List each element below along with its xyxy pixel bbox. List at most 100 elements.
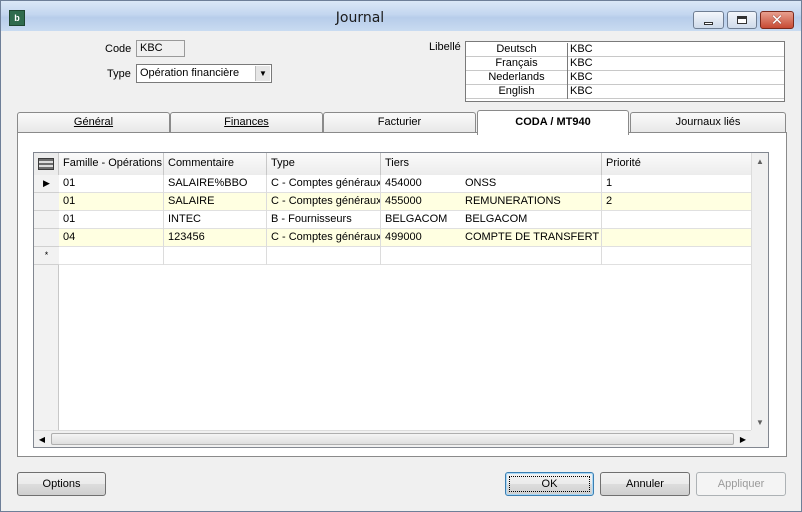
type-select-value: Opération financière (140, 67, 240, 79)
libelle-lang: Nederlands (466, 71, 568, 85)
cell-tiers-name[interactable]: REMUNERATIONS (461, 193, 602, 211)
annuler-button-label: Annuler (626, 478, 664, 490)
tab-journaux-lies[interactable]: Journaux liés (630, 112, 786, 133)
ok-button[interactable]: OK (505, 472, 594, 496)
maximize-button[interactable] (727, 11, 757, 29)
close-icon: ✕ (770, 11, 784, 29)
column-header-type[interactable]: Type (267, 153, 381, 175)
code-field: KBC (136, 40, 185, 57)
row-header-current[interactable]: ▶ (34, 175, 59, 193)
libelle-lang: Deutsch (466, 43, 568, 57)
scroll-right-icon[interactable]: ▶ (735, 431, 751, 447)
libelle-value[interactable]: KBC (570, 43, 593, 56)
cell-tiers-code[interactable]: 454000 (381, 175, 461, 193)
cell-famille[interactable] (59, 247, 164, 265)
cell-tiers-name[interactable]: ONSS (461, 175, 602, 193)
vertical-scrollbar[interactable]: ▲ ▼ (751, 153, 768, 430)
code-label: Code (105, 43, 132, 55)
libelle-label: Libellé (429, 41, 461, 53)
cell-priorite[interactable]: 1 (602, 175, 753, 193)
tab-label: Journaux liés (675, 116, 741, 128)
tab-label: CODA / MT940 (515, 116, 591, 128)
tab-facturier[interactable]: Facturier (323, 112, 476, 133)
cell-commentaire[interactable] (164, 247, 267, 265)
focus-rect (509, 476, 590, 492)
scroll-left-icon[interactable]: ◀ (34, 431, 50, 447)
libelle-row[interactable]: Français KBC (466, 57, 784, 71)
libelle-row[interactable]: English KBC (466, 85, 784, 99)
table-row[interactable]: 01 SALAIRE C - Comptes généraux 455000 R… (59, 193, 753, 211)
cell-priorite[interactable]: 2 (602, 193, 753, 211)
table-row[interactable]: 01 INTEC B - Fournisseurs BELGACOM BELGA… (59, 211, 753, 229)
libelle-row[interactable]: Deutsch KBC (466, 43, 784, 57)
annuler-button[interactable]: Annuler (600, 472, 690, 496)
tab-label: Finances (224, 116, 269, 128)
table-row[interactable]: 01 SALAIRE%BBO C - Comptes généraux 4540… (59, 175, 753, 193)
cell-tiers-name[interactable]: COMPTE DE TRANSFERT (461, 229, 602, 247)
type-label: Type (107, 68, 131, 80)
libelle-value[interactable]: KBC (570, 85, 593, 98)
minimize-button[interactable] (693, 11, 724, 29)
cell-commentaire[interactable]: INTEC (164, 211, 267, 229)
cell-tiers-code[interactable]: BELGACOM (381, 211, 461, 229)
horizontal-scroll-thumb[interactable] (51, 433, 734, 445)
scroll-up-icon[interactable]: ▲ (752, 153, 768, 169)
scrollbar-corner (751, 430, 768, 447)
row-header-new[interactable]: * (34, 247, 59, 265)
title-bar[interactable]: b Journal ✕ (1, 1, 801, 31)
cell-priorite[interactable] (602, 229, 753, 247)
tab-label: Général (73, 116, 114, 128)
table-row[interactable]: 04 123456 C - Comptes généraux 499000 CO… (59, 229, 753, 247)
chevron-down-icon[interactable]: ▼ (255, 66, 270, 81)
cell-famille[interactable]: 01 (59, 211, 164, 229)
column-header-tiers[interactable]: Tiers (381, 153, 602, 175)
cell-tiers-name[interactable]: BELGACOM (461, 211, 602, 229)
cell-priorite[interactable] (602, 211, 753, 229)
horizontal-scrollbar[interactable]: ◀ ▶ (34, 430, 751, 447)
cell-type[interactable]: B - Fournisseurs (267, 211, 381, 229)
libelle-lang: Français (466, 57, 568, 71)
options-button[interactable]: Options (17, 472, 106, 496)
tab-general[interactable]: Général (17, 112, 170, 133)
tab-label: Facturier (377, 116, 422, 128)
column-header-priorite[interactable]: Priorité (602, 153, 753, 175)
cell-famille[interactable]: 01 (59, 193, 164, 211)
tab-finances[interactable]: Finances (170, 112, 323, 133)
current-row-arrow-icon: ▶ (43, 178, 50, 188)
tab-coda-mt940[interactable]: CODA / MT940 (477, 110, 629, 135)
maximize-icon (737, 16, 747, 24)
column-header-commentaire[interactable]: Commentaire (164, 153, 267, 175)
new-row[interactable] (59, 247, 753, 265)
libelle-row[interactable]: Nederlands KBC (466, 71, 784, 85)
cell-type[interactable] (267, 247, 381, 265)
cell-commentaire[interactable]: SALAIRE%BBO (164, 175, 267, 193)
column-header-famille[interactable]: Famille - Opérations (59, 153, 164, 175)
cell-famille[interactable]: 01 (59, 175, 164, 193)
row-header[interactable] (34, 211, 59, 229)
cell-priorite[interactable] (602, 247, 753, 265)
libelle-lang: English (466, 85, 568, 99)
cell-type[interactable]: C - Comptes généraux (267, 175, 381, 193)
cell-type[interactable]: C - Comptes généraux (267, 229, 381, 247)
coda-grid[interactable]: Famille - Opérations Commentaire Type Ti… (33, 152, 769, 448)
cell-type[interactable]: C - Comptes généraux (267, 193, 381, 211)
scroll-down-icon[interactable]: ▼ (752, 414, 768, 430)
cell-tiers-code[interactable]: 455000 (381, 193, 461, 211)
grid-header: Famille - Opérations Commentaire Type Ti… (34, 153, 768, 175)
cell-famille[interactable]: 04 (59, 229, 164, 247)
type-select[interactable]: Opération financière ▼ (136, 64, 272, 83)
cell-commentaire[interactable]: SALAIRE (164, 193, 267, 211)
appliquer-button-label: Appliquer (717, 478, 765, 490)
cell-commentaire[interactable]: 123456 (164, 229, 267, 247)
cell-tiers-code[interactable]: 499000 (381, 229, 461, 247)
options-button-label: Options (42, 478, 81, 490)
libelle-table: Deutsch KBC Français KBC Nederlands KBC … (465, 41, 785, 102)
libelle-value[interactable]: KBC (570, 57, 593, 70)
close-button[interactable]: ✕ (760, 11, 794, 29)
select-all-corner[interactable] (34, 153, 59, 175)
row-header[interactable] (34, 229, 59, 247)
row-header[interactable] (34, 193, 59, 211)
libelle-value[interactable]: KBC (570, 71, 593, 84)
journal-window: b Journal ✕ Code KBC Type Opération fina… (0, 0, 802, 512)
cell-tiers[interactable] (381, 247, 602, 265)
